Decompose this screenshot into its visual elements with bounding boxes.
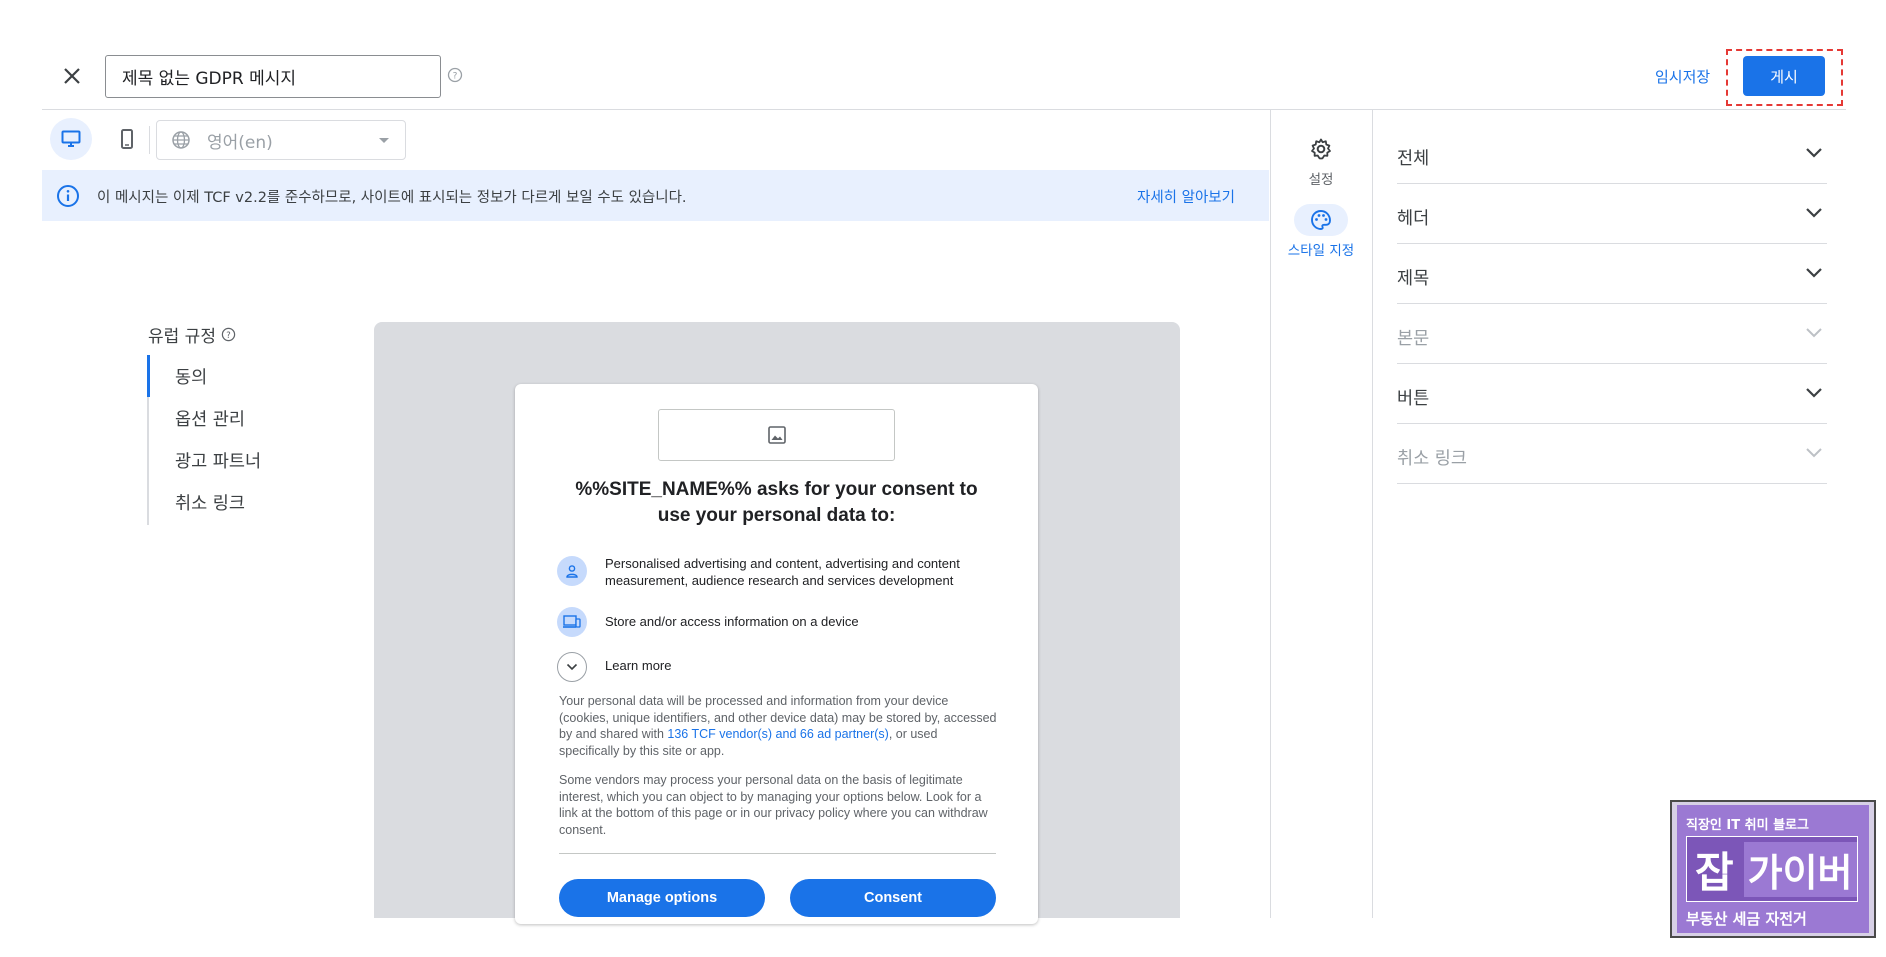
mobile-view-button[interactable] (106, 118, 148, 160)
panel-divider (1270, 110, 1271, 918)
accordion-header[interactable]: 헤더 (1397, 184, 1827, 244)
palette-icon (1294, 204, 1348, 236)
watermark-top-text: 직장인 IT 취미 블로그 (1686, 818, 1809, 833)
accordion-label: 제목 (1397, 269, 1430, 289)
purpose-item: Store and/or access information on a dev… (605, 614, 859, 629)
rail-style-label: 스타일 지정 (1287, 243, 1355, 259)
svg-text:?: ? (453, 72, 458, 82)
watermark-bottom-text: 부동산 세금 자전거 (1686, 910, 1807, 928)
nav-item-consent[interactable]: 동의 (175, 364, 207, 389)
dialog-divider (559, 853, 996, 854)
consent-paragraph-1: Your personal data will be processed and… (559, 693, 999, 760)
devices-icon (557, 607, 587, 637)
person-icon (557, 556, 587, 586)
panel-divider (1372, 110, 1373, 918)
accordion-label: 헤더 (1397, 209, 1430, 229)
watermark-logo-a: 잡 (1695, 847, 1734, 897)
publish-button[interactable]: 게시 (1743, 56, 1825, 96)
rail-settings-label: 설정 (1308, 172, 1334, 188)
header-divider (42, 109, 1846, 110)
chevron-down-icon (1806, 208, 1822, 218)
help-icon[interactable]: ? (447, 67, 463, 83)
accordion-body: 본문 (1397, 304, 1827, 364)
desktop-view-button[interactable] (50, 118, 92, 160)
svg-text:?: ? (226, 330, 230, 340)
learn-more-toggle[interactable] (557, 652, 587, 682)
desktop-icon (61, 130, 81, 147)
rail-settings[interactable]: 설정 (1276, 133, 1366, 188)
globe-icon (172, 131, 190, 149)
accordion-all[interactable]: 전체 (1397, 124, 1827, 184)
accordion-label: 버튼 (1397, 389, 1430, 409)
vendors-link[interactable]: 136 TCF vendor(s) and 66 ad partner(s) (667, 727, 888, 741)
nav-active-indicator (147, 355, 150, 397)
nav-heading-label: 유럽 규정 (148, 327, 216, 347)
info-banner-text: 이 메시지는 이제 TCF v2.2를 준수하므로, 사이트에 표시되는 정보가… (97, 190, 687, 206)
toolbar-separator (149, 126, 150, 154)
help-icon[interactable]: ? (221, 327, 236, 342)
consent-paragraph-2: Some vendors may process your personal d… (559, 773, 988, 838)
consent-dialog (515, 384, 1038, 924)
chevron-down-icon (1806, 148, 1822, 158)
rail-style[interactable]: 스타일 지정 (1276, 204, 1366, 259)
close-button[interactable] (56, 60, 88, 92)
dropdown-caret-icon (379, 138, 389, 143)
info-icon (56, 184, 80, 208)
accordion-label: 전체 (1397, 149, 1430, 169)
logo-placeholder[interactable] (658, 409, 895, 461)
consent-title: %%SITE_NAME%% asks for your consent to u… (575, 479, 978, 526)
nav-item-manage-options[interactable]: 옵션 관리 (175, 406, 245, 431)
chevron-down-icon (1806, 268, 1822, 278)
image-icon (767, 426, 786, 444)
chevron-down-icon (1806, 388, 1822, 398)
language-label: 영어(en) (207, 132, 273, 153)
watermark-logo: 잡 가이버 (1686, 836, 1858, 902)
mobile-icon (121, 129, 133, 149)
accordion-label: 취소 링크 (1397, 449, 1467, 469)
accordion-revocation-link: 취소 링크 (1397, 424, 1827, 484)
watermark-logo-b: 가이버 (1743, 841, 1857, 897)
language-select[interactable]: 영어(en) (156, 120, 406, 160)
message-title-input[interactable] (105, 55, 441, 98)
manage-options-button[interactable]: Manage options (559, 879, 765, 917)
accordion-title[interactable]: 제목 (1397, 244, 1827, 304)
save-draft-link[interactable]: 임시저장 (1655, 66, 1710, 87)
accordion-buttons[interactable]: 버튼 (1397, 364, 1827, 424)
chevron-down-icon (1806, 448, 1822, 458)
learn-more-label[interactable]: Learn more (605, 658, 671, 673)
nav-heading: 유럽 규정 ? (148, 322, 236, 347)
chevron-down-icon (566, 663, 578, 671)
nav-item-revocation-link[interactable]: 취소 링크 (175, 490, 245, 515)
chevron-down-icon (1806, 328, 1822, 338)
consent-button[interactable]: Consent (790, 879, 996, 917)
close-icon (64, 68, 80, 84)
nav-item-ad-partners[interactable]: 광고 파트너 (175, 448, 261, 473)
gear-icon (1294, 133, 1348, 165)
learn-more-link[interactable]: 자세히 알아보기 (1137, 186, 1235, 207)
accordion-label: 본문 (1397, 329, 1430, 349)
purpose-item: Personalised advertising and content, ad… (605, 556, 960, 588)
